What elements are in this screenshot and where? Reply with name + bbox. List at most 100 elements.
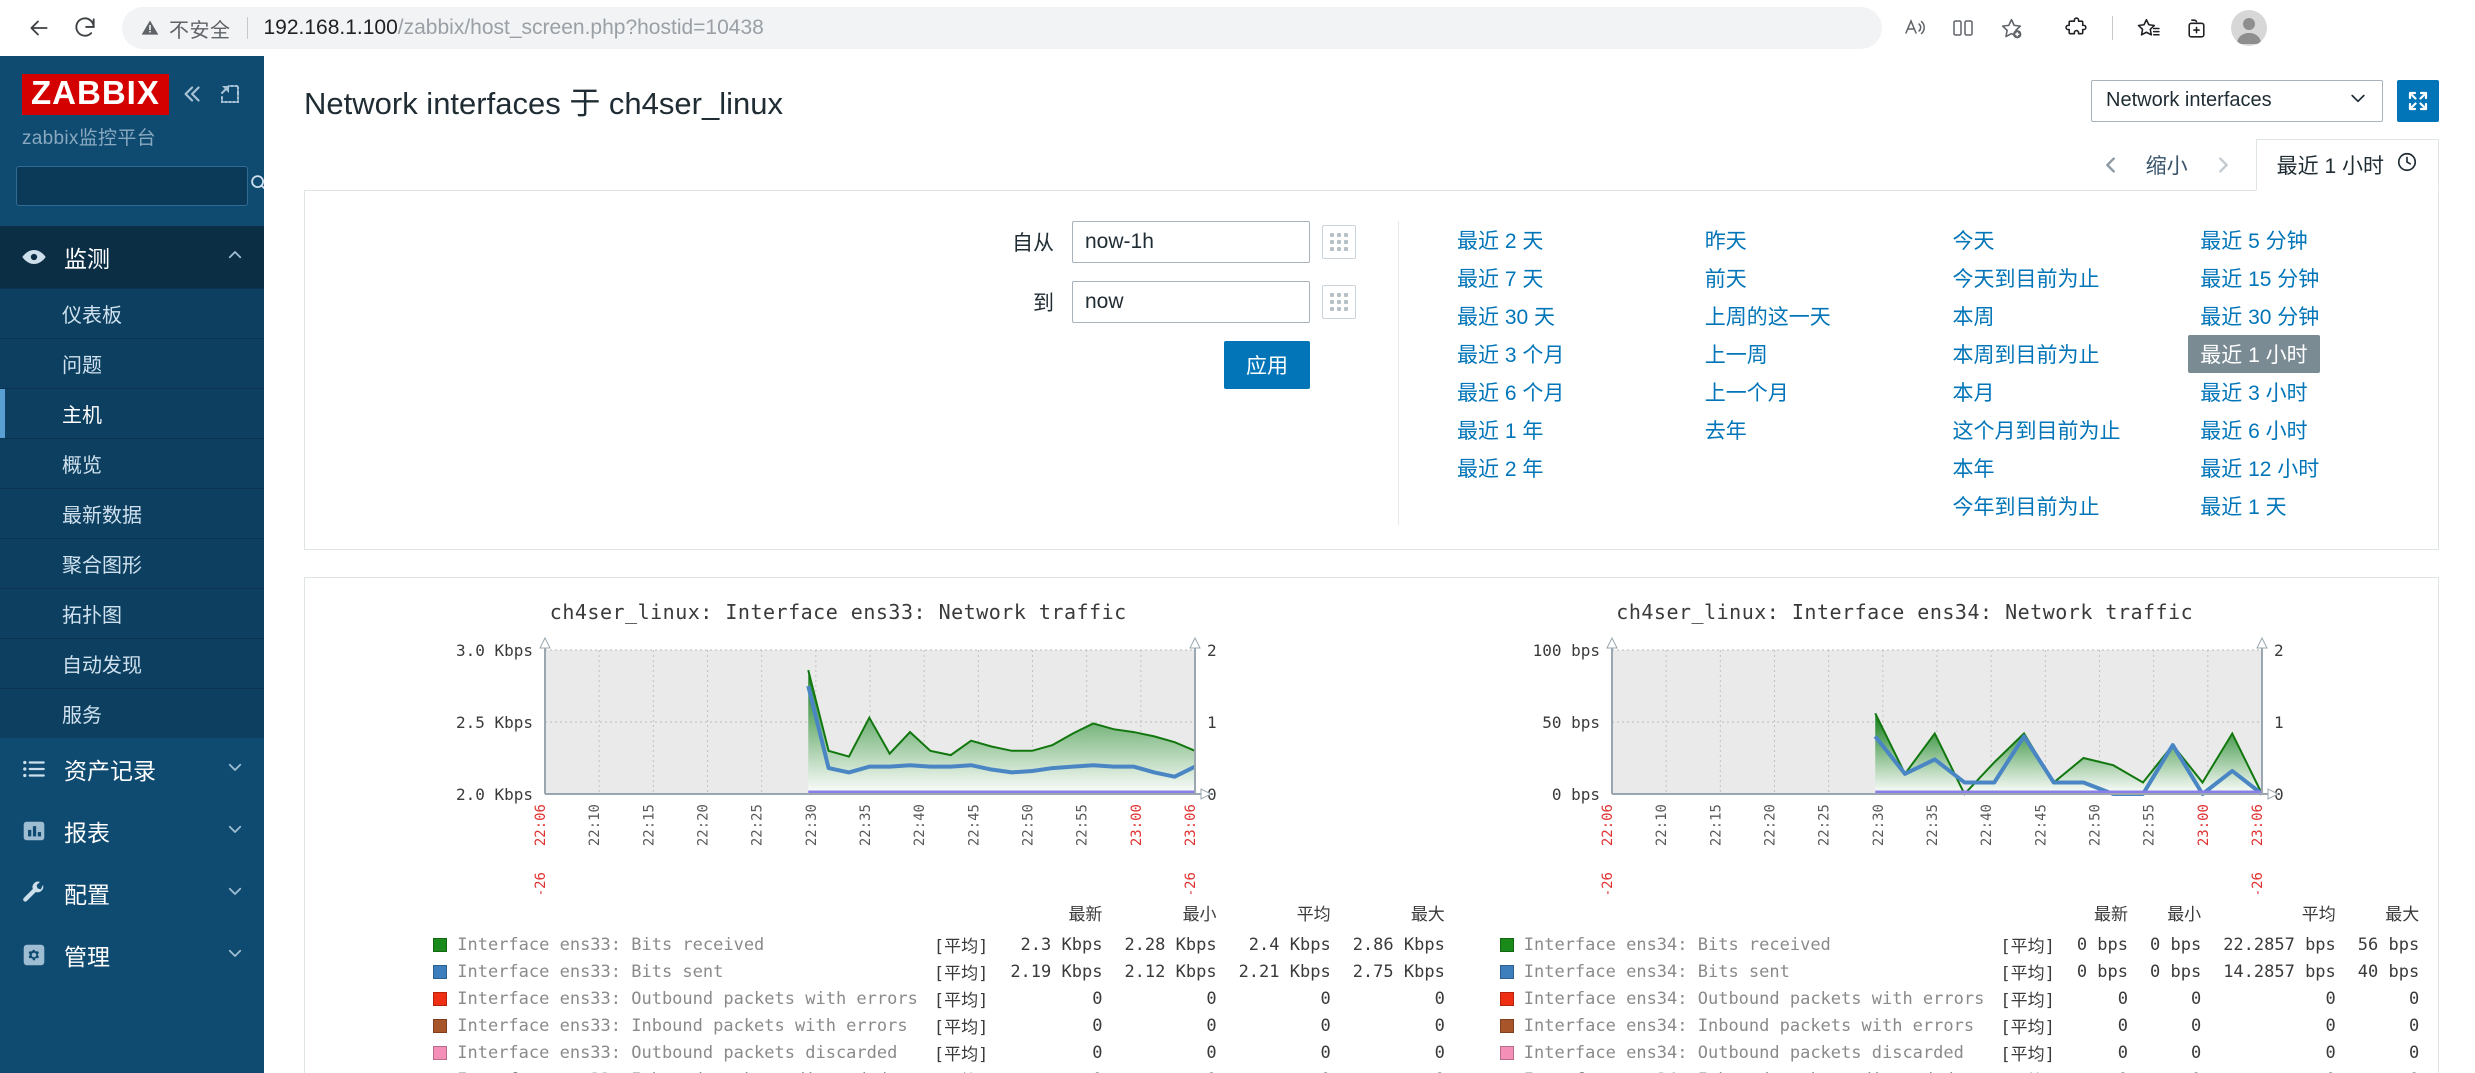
svg-text:22:15: 22:15	[1708, 804, 1724, 846]
collections-button[interactable]	[2173, 5, 2219, 51]
quick-range-link[interactable]: 最近 5 分钟	[2200, 221, 2438, 259]
sidebar-item-screens[interactable]: 聚合图形	[0, 537, 264, 588]
search-icon[interactable]	[248, 172, 264, 199]
legend-min-value: 0	[2190, 1015, 2202, 1036]
time-next-button[interactable]	[2202, 145, 2244, 185]
security-indicator[interactable]: 不安全	[140, 14, 231, 43]
sidebar-search[interactable]	[16, 165, 264, 206]
quick-range-link[interactable]: 今年到目前为止	[1953, 487, 2191, 525]
hide-sidebar-icon[interactable]	[218, 81, 242, 107]
extensions-button[interactable]	[2054, 5, 2100, 51]
quick-range-link[interactable]: 最近 30 天	[1457, 297, 1695, 335]
quick-range-link[interactable]: 最近 3 个月	[1457, 335, 1695, 373]
chevron-down-icon[interactable]	[226, 755, 244, 782]
zabbix-logo[interactable]: ZABBIX	[22, 74, 169, 115]
quick-range-link[interactable]: 去年	[1705, 411, 1943, 449]
screen-select[interactable]: Network interfaces	[2091, 79, 2383, 122]
sidebar-item-reports[interactable]: 报表	[0, 800, 264, 862]
quick-range-link[interactable]: 最近 1 天	[2200, 487, 2438, 525]
kiosk-mode-button[interactable]	[2397, 79, 2439, 122]
sidebar-item-discovery[interactable]: 自动发现	[0, 637, 264, 688]
graph-legend-ens34: 最新 最小 平均 最大 Interface ens34: Bits received [平…	[1499, 900, 2419, 1073]
quick-range-link[interactable]: 最近 12 小时	[2200, 449, 2438, 487]
quick-range-link[interactable]: 昨天	[1705, 221, 1943, 259]
collapse-sidebar-icon[interactable]	[178, 81, 204, 107]
sidebar-item-latest-data[interactable]: 最新数据	[0, 487, 264, 538]
quick-range-link[interactable]: 最近 3 小时	[2200, 373, 2438, 411]
graph-legend-ens33: 最新 最小 平均 最大 Interface ens33: Bits received [平…	[433, 900, 1445, 1073]
legend-color-swatch	[433, 964, 448, 979]
favorites-button[interactable]	[2125, 5, 2171, 51]
search-input[interactable]	[27, 175, 248, 196]
from-input[interactable]	[1072, 221, 1310, 263]
read-aloud-button[interactable]	[1892, 5, 1938, 51]
reload-button[interactable]	[62, 5, 108, 51]
time-range-tab[interactable]: 最近 1 小时	[2255, 139, 2439, 191]
quick-range-link[interactable]: 上一个月	[1705, 373, 1943, 411]
add-favorite-button[interactable]	[1988, 5, 2034, 51]
sidebar-item-overview[interactable]: 概览	[0, 437, 264, 488]
svg-text:22:06: 22:06	[1600, 804, 1616, 846]
svg-text:22:45: 22:45	[2033, 804, 2049, 846]
legend-series-name: Interface ens34: Inbound packets discard…	[1499, 1066, 1985, 1073]
legend-max-value: 56 bps	[2357, 934, 2420, 955]
to-input[interactable]	[1072, 281, 1310, 323]
quick-range-link[interactable]: 最近 1 年	[1457, 411, 1695, 449]
quick-range-link[interactable]: 今天到目前为止	[1953, 259, 2191, 297]
legend-aggregation: [平均]	[2000, 964, 2055, 984]
back-button[interactable]	[16, 5, 62, 51]
split-screen-button[interactable]	[1940, 5, 1986, 51]
sidebar-item-monitoring[interactable]: 监测	[0, 226, 264, 288]
zoom-out-button[interactable]: 缩小	[2132, 150, 2202, 180]
quick-range-link[interactable]: 这个月到目前为止	[1953, 411, 2191, 449]
legend-min-value: 0	[1206, 1015, 1217, 1036]
quick-range-link[interactable]: 本年	[1953, 449, 2191, 487]
sidebar-item-dashboard[interactable]: 仪表板	[0, 287, 264, 338]
graph-plot-ens33[interactable]: 2.0 Kbps 0 2.5 Kbps 1 3.0 Kbps 2 22:06 04-26 22:…	[433, 636, 1243, 894]
sidebar-top: ZABBIX zabbix监控平台	[0, 56, 264, 226]
address-bar[interactable]: 不安全 192.168.1.100/zabbix/host_screen.php…	[122, 7, 1882, 49]
legend-aggregation: [平均]	[933, 991, 989, 1011]
legend-column-header: 最新	[1068, 905, 1103, 925]
legend-min-value: 0	[2190, 988, 2202, 1009]
sidebar-item-services[interactable]: 服务	[0, 687, 264, 738]
quick-range-link[interactable]: 前天	[1705, 259, 1943, 297]
graph-plot-ens34[interactable]: 0 bps 0 50 bps 1 100 bps 2 22:06 04-26 22:10 22:1…	[1500, 636, 2310, 894]
graph-cell-ens33: ch4ser_linux: Interface ens33: Network t…	[305, 578, 1445, 1073]
to-calendar-button[interactable]	[1322, 285, 1356, 319]
apply-button[interactable]: 应用	[1224, 341, 1310, 389]
chevron-up-icon[interactable]	[226, 243, 244, 270]
legend-series-name: Interface ens33: Bits received	[433, 931, 918, 958]
quick-range-link[interactable]: 本周	[1953, 297, 2191, 335]
from-calendar-button[interactable]	[1322, 225, 1356, 259]
sidebar-item-problems[interactable]: 问题	[0, 337, 264, 388]
sidebar-item-maps[interactable]: 拓扑图	[0, 587, 264, 638]
sidebar-item-hosts[interactable]: 主机	[0, 387, 264, 438]
legend-min-value: 0	[1206, 1042, 1217, 1063]
chevron-down-icon[interactable]	[226, 817, 244, 844]
quick-range-link[interactable]: 最近 7 天	[1457, 259, 1695, 297]
quick-range-link[interactable]: 最近 30 分钟	[2200, 297, 2438, 335]
quick-range-link[interactable]: 本周到目前为止	[1953, 335, 2191, 373]
legend-color-swatch	[1499, 964, 1514, 979]
profile-avatar[interactable]	[2231, 10, 2267, 46]
sidebar-item-administration[interactable]: 管理	[0, 924, 264, 986]
quick-range-link[interactable]: 上一周	[1705, 335, 1943, 373]
time-range-label: 最近 1 小时	[2276, 155, 2384, 178]
quick-range-link[interactable]: 最近 2 天	[1457, 221, 1695, 259]
quick-range-link[interactable]: 最近 6 小时	[2200, 411, 2438, 449]
sidebar-item-configuration[interactable]: 配置	[0, 862, 264, 924]
chevron-down-icon[interactable]	[226, 879, 244, 906]
quick-range-link[interactable]: 最近 15 分钟	[2200, 259, 2438, 297]
quick-range-link[interactable]: 最近 2 年	[1457, 449, 1695, 487]
chevron-down-icon	[2348, 88, 2368, 114]
quick-range-link[interactable]: 最近 6 个月	[1457, 373, 1695, 411]
legend-avg-value: 2.21 Kbps	[1238, 961, 1331, 982]
quick-range-link[interactable]: 上周的这一天	[1705, 297, 1943, 335]
sidebar-item-inventory[interactable]: 资产记录	[0, 738, 264, 800]
chevron-down-icon[interactable]	[226, 941, 244, 968]
time-prev-button[interactable]	[2090, 145, 2132, 185]
quick-range-link[interactable]: 今天	[1953, 221, 2191, 259]
quick-range-link[interactable]: 本月	[1953, 373, 2191, 411]
quick-range-link[interactable]: 最近 1 小时	[2188, 335, 2320, 373]
